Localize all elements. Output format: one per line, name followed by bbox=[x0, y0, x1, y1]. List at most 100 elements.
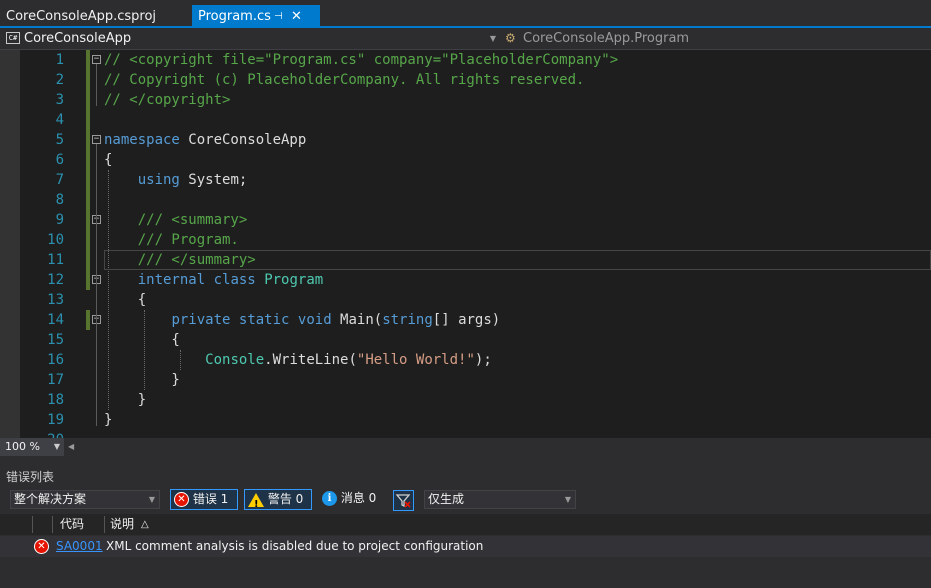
code-line[interactable]: 8 bbox=[0, 190, 931, 210]
code-line[interactable]: 3 // </copyright> bbox=[0, 90, 931, 110]
build-filter-value: 仅生成 bbox=[428, 492, 465, 506]
pin-icon[interactable]: ⊣ bbox=[274, 5, 283, 28]
column-separator[interactable] bbox=[52, 516, 53, 533]
code-token: { bbox=[104, 292, 147, 308]
code-line[interactable]: 2 // Copyright (c) PlaceholderCompany. Al… bbox=[0, 70, 931, 90]
indent-guide bbox=[180, 350, 181, 370]
code-line[interactable]: 17 } bbox=[0, 370, 931, 390]
code-text: private static void Main(string[] args) bbox=[104, 310, 500, 330]
code-token: System; bbox=[179, 172, 248, 188]
line-number: 1 bbox=[55, 52, 64, 68]
code-token: using bbox=[137, 172, 180, 188]
csharp-project-icon: C# bbox=[6, 32, 20, 44]
code-line[interactable]: 4 bbox=[0, 110, 931, 130]
code-text: // </copyright> bbox=[104, 90, 230, 110]
code-token: // </copyright> bbox=[104, 92, 231, 108]
code-line[interactable]: 13 { bbox=[0, 290, 931, 310]
collapse-icon[interactable]: − bbox=[92, 135, 101, 144]
collapse-icon[interactable]: − bbox=[92, 55, 101, 64]
code-text: { bbox=[104, 330, 180, 350]
code-editor[interactable]: 1−// <copyright file="Program.cs" compan… bbox=[0, 50, 931, 438]
code-token: Program bbox=[264, 272, 324, 288]
code-line[interactable]: 14− private static void Main(string[] ar… bbox=[0, 310, 931, 330]
table-row[interactable]: ✕ SA0001 XML comment analysis is disable… bbox=[0, 536, 931, 557]
line-number: 8 bbox=[55, 192, 64, 208]
code-text: namespace CoreConsoleApp bbox=[104, 130, 306, 150]
column-header-description[interactable]: 说明 bbox=[110, 514, 134, 535]
messages-filter-label: 消息 0 bbox=[340, 491, 377, 505]
code-line[interactable]: 1 −// <copyright file="Program.cs" compan… bbox=[0, 50, 931, 70]
change-marker bbox=[86, 90, 90, 110]
code-line[interactable]: 5 − namespace CoreConsoleApp bbox=[0, 130, 931, 150]
code-line[interactable]: 15 { bbox=[0, 330, 931, 350]
code-line[interactable]: 7 using System; bbox=[0, 170, 931, 190]
panel-title: 错误列表 bbox=[6, 470, 55, 484]
tab-program-cs[interactable]: Program.cs ⊣ ✕ bbox=[192, 5, 320, 28]
code-token: static bbox=[238, 312, 290, 328]
code-line[interactable]: 16 Console.WriteLine("Hello World!"); bbox=[0, 350, 931, 370]
column-separator[interactable] bbox=[104, 516, 105, 533]
code-text: using System; bbox=[104, 170, 248, 190]
code-text: /// <summary> bbox=[104, 210, 248, 230]
zoom-value: 100 % bbox=[5, 440, 40, 453]
line-number: 14 bbox=[47, 312, 64, 328]
indent-guide bbox=[144, 310, 145, 390]
project-dropdown[interactable]: C# CoreConsoleApp ▼ bbox=[4, 29, 498, 48]
change-marker bbox=[86, 230, 90, 250]
error-code-link[interactable]: SA0001 bbox=[56, 536, 103, 557]
class-icon: ⚙ bbox=[505, 31, 516, 45]
scope-dropdown[interactable]: 整个解决方案 ▼ bbox=[10, 490, 160, 509]
warnings-filter-label: 警告 0 bbox=[267, 492, 304, 506]
close-icon[interactable]: ✕ bbox=[291, 5, 302, 28]
code-text: } bbox=[104, 410, 112, 430]
fold-region-line bbox=[96, 64, 97, 106]
code-line[interactable]: 19} bbox=[0, 410, 931, 430]
line-number: 20 bbox=[20, 430, 64, 438]
line-number: 11 bbox=[47, 252, 64, 268]
code-token: { bbox=[104, 152, 113, 168]
member-dropdown[interactable]: ⚙ CoreConsoleApp.Program bbox=[503, 29, 931, 48]
line-number: 13 bbox=[47, 292, 64, 308]
errors-filter-button[interactable]: ✕ 错误 1 bbox=[170, 489, 238, 510]
build-filter-dropdown[interactable]: 仅生成 ▼ bbox=[424, 490, 576, 509]
code-token: /// Program. bbox=[137, 232, 239, 248]
code-token: internal bbox=[137, 272, 206, 288]
scroll-left-icon[interactable]: ◀ bbox=[68, 442, 74, 451]
code-line[interactable]: 18 } bbox=[0, 390, 931, 410]
tab-csproj[interactable]: CoreConsoleApp.csproj bbox=[0, 5, 192, 28]
sort-ascending-icon: △ bbox=[141, 519, 149, 530]
code-token: // Copyright (c) PlaceholderCompany. All… bbox=[104, 72, 585, 88]
code-token: } bbox=[104, 412, 113, 428]
code-line[interactable]: 20 bbox=[0, 430, 931, 438]
code-token: { bbox=[104, 332, 180, 348]
current-line-highlight bbox=[104, 250, 931, 270]
column-header-code[interactable]: 代码 bbox=[60, 514, 84, 535]
line-number: 17 bbox=[47, 372, 64, 388]
filter-button[interactable] bbox=[393, 490, 414, 511]
code-token: /// <summary> bbox=[137, 212, 248, 228]
code-line[interactable]: 6{ bbox=[0, 150, 931, 170]
line-number: 12 bbox=[47, 272, 64, 288]
column-separator[interactable] bbox=[32, 516, 33, 533]
change-marker bbox=[86, 210, 90, 230]
error-icon: ✕ bbox=[34, 539, 49, 554]
code-token: .WriteLine( bbox=[264, 352, 357, 368]
zoom-dropdown[interactable]: 100 % ▼ bbox=[0, 438, 64, 456]
code-line[interactable]: 9− /// <summary> bbox=[0, 210, 931, 230]
change-marker bbox=[86, 250, 90, 270]
change-marker bbox=[86, 150, 90, 170]
code-token: Console bbox=[205, 352, 265, 368]
document-tab-strip: CoreConsoleApp.csproj Program.cs ⊣ ✕ bbox=[0, 0, 931, 28]
code-line[interactable]: 12− internal class Program bbox=[0, 270, 931, 290]
line-number: 16 bbox=[47, 352, 64, 368]
line-number: 18 bbox=[47, 392, 64, 408]
warnings-filter-button[interactable]: ! 警告 0 bbox=[244, 489, 312, 510]
line-number: 10 bbox=[47, 232, 64, 248]
messages-filter-button[interactable]: i 消息 0 bbox=[320, 489, 386, 510]
code-token: ); bbox=[474, 352, 492, 368]
code-line[interactable]: 10 /// Program. bbox=[0, 230, 931, 250]
chevron-down-icon: ▼ bbox=[489, 34, 496, 43]
